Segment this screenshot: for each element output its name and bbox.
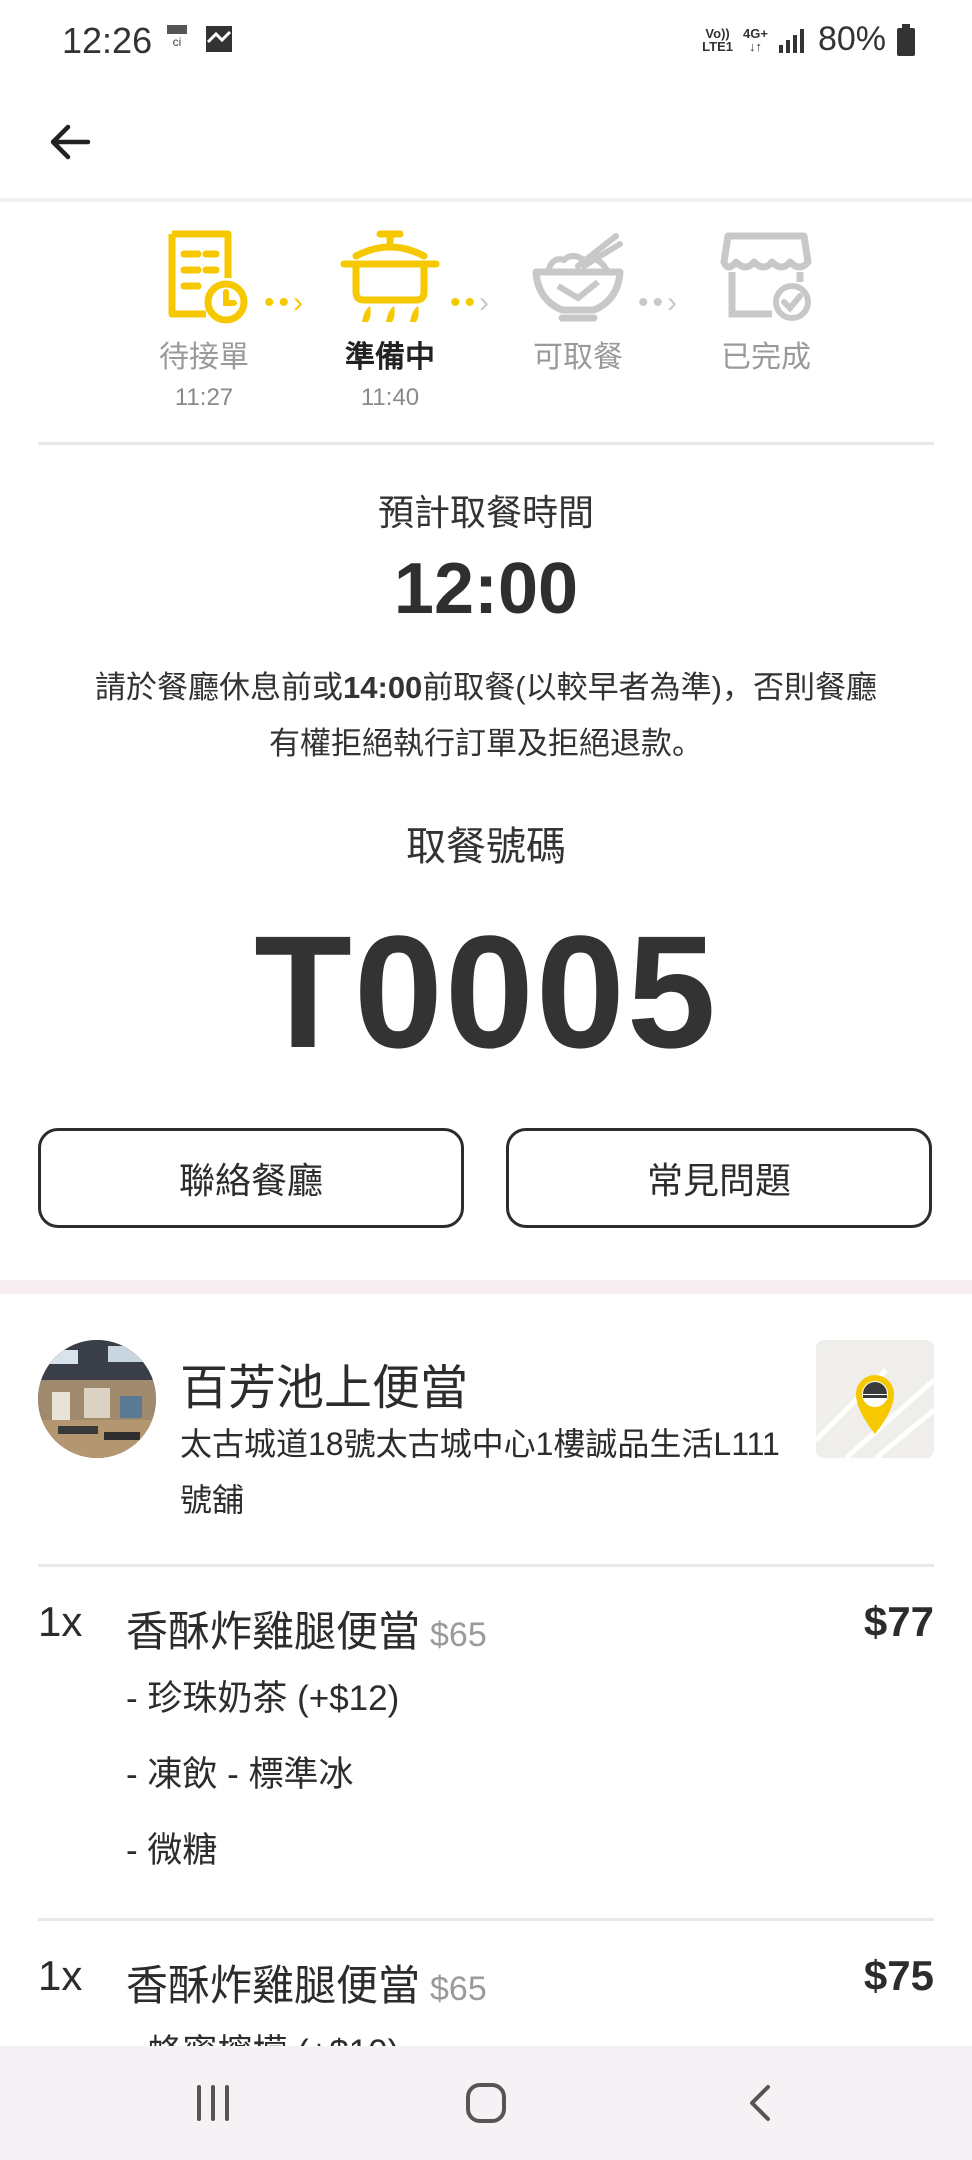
- divider: [38, 1918, 934, 1921]
- contact-restaurant-button[interactable]: 聯絡餐廳: [38, 1128, 464, 1228]
- section-separator: [0, 1280, 972, 1294]
- item-name: 香酥炸雞腿便當 $65: [126, 1962, 487, 2009]
- signal-icon: [778, 28, 804, 53]
- item-name: 香酥炸雞腿便當 $65: [126, 1608, 487, 1655]
- step-time: 11:27: [174, 384, 234, 411]
- restaurant-info: 百芳池上便當 太古城道18號太古城中心1樓誠品生活L111號舖: [0, 1340, 972, 1520]
- back-arrow-icon: [50, 124, 91, 160]
- home-icon: [466, 2083, 506, 2123]
- item-quantity: 1x: [38, 1952, 83, 1999]
- status-bar: 12:26 ci Vo)) LTE1 4G+ ↓↑ 80%: [0, 0, 972, 84]
- noodle-bowl-icon: [532, 233, 624, 322]
- battery-percent: 80%: [817, 20, 886, 58]
- pickup-time: 12:00: [393, 549, 579, 629]
- restaurant-name: 百芳池上便當: [180, 1362, 469, 1415]
- step-time: 11:40: [360, 384, 420, 411]
- system-nav-bar: [0, 2046, 972, 2160]
- step-label: 準備中: [345, 341, 435, 374]
- order-item: 1x 香酥炸雞腿便當 $65 $77 - 珍珠奶茶 (+$12) - 凍飲 - 標…: [0, 1598, 972, 1898]
- step-completed: 已完成: [676, 226, 856, 376]
- notification-icon: ci: [166, 24, 188, 50]
- restaurant-map[interactable]: [816, 1340, 934, 1458]
- svg-text:ci: ci: [173, 35, 182, 48]
- pickup-number-label: 取餐號碼: [406, 825, 566, 869]
- item-unit-price: $65: [430, 1616, 487, 1654]
- system-back-button[interactable]: [724, 2072, 794, 2134]
- step-label: 已完成: [721, 341, 811, 374]
- pickup-time-label: 預計取餐時間: [377, 492, 594, 533]
- item-quantity: 1x: [38, 1598, 83, 1645]
- progress-connector: ••›: [450, 286, 494, 319]
- receipt-clock-icon: [168, 230, 248, 324]
- item-total: $77: [863, 1598, 934, 1645]
- item-option: - 凍飲 - 標準冰: [126, 1755, 354, 1794]
- divider: [38, 442, 934, 445]
- restaurant-avatar: [38, 1340, 156, 1458]
- home-button[interactable]: [451, 2072, 521, 2134]
- item-option: - 微糖: [126, 1831, 218, 1870]
- pickup-notice: 請於餐廳休息前或14:00前取餐(以較早者為準)，否則餐廳有權拒絕執行訂單及拒絕…: [95, 670, 877, 761]
- cooking-pot-icon: [340, 230, 440, 322]
- gallery-notification-icon: [204, 24, 234, 56]
- restaurant-address: 太古城道18號太古城中心1樓誠品生活L111號舖: [180, 1426, 780, 1518]
- chevron-left-icon: [750, 2085, 770, 2121]
- recent-apps-icon: [197, 2085, 229, 2121]
- divider: [38, 1564, 934, 1567]
- order-item: 1x 香酥炸雞腿便當$65 $75 - 蜂蜜檸檬 (+$10): [0, 1952, 972, 2072]
- network-type-indicator: 4G+ ↓↑: [743, 25, 768, 54]
- order-progress: 待接單 11:27 ••› 準備中 11:40 ••› 可取餐 ••› 已完成: [0, 226, 972, 426]
- item-unit-price: $65: [430, 1970, 487, 2008]
- progress-connector: ••›: [638, 286, 681, 319]
- app-header: [0, 84, 972, 202]
- status-time: 12:26: [62, 20, 153, 61]
- step-label: 可取餐: [533, 341, 623, 374]
- status-right-group: Vo)) LTE1 4G+ ↓↑ 80%: [702, 20, 916, 59]
- store-check-icon: [720, 232, 812, 321]
- item-option: - 珍珠奶茶 (+$12): [126, 1679, 400, 1718]
- pickup-number: T0005: [254, 902, 718, 1081]
- item-total: $75: [863, 1952, 934, 1999]
- back-button[interactable]: [40, 112, 100, 172]
- battery-icon: [897, 23, 915, 56]
- step-label: 待接單: [159, 341, 249, 374]
- pickup-deadline: 14:00: [343, 670, 423, 705]
- faq-button[interactable]: 常見問題: [506, 1128, 932, 1228]
- recent-apps-button[interactable]: [178, 2072, 248, 2134]
- volte-indicator: Vo)) LTE1: [702, 25, 733, 54]
